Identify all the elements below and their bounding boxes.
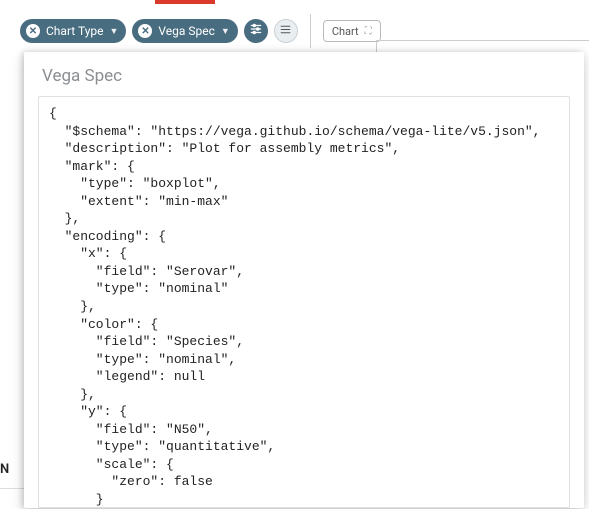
chart-type-dropdown[interactable]: ✕ Chart Type ▼: [20, 19, 126, 43]
chart-tab-label: Chart: [332, 25, 359, 38]
list-button[interactable]: [274, 19, 298, 43]
code-box: { "$schema": "https://vega.github.io/sch…: [38, 96, 570, 508]
close-icon[interactable]: ✕: [26, 24, 40, 38]
vega-spec-dropdown[interactable]: ✕ Vega Spec ▼: [132, 19, 237, 43]
vega-spec-code[interactable]: { "$schema": "https://vega.github.io/sch…: [39, 97, 569, 508]
active-tab-indicator: [155, 0, 215, 4]
panel-title: Vega Spec: [24, 52, 584, 96]
chart-tab[interactable]: Chart ⛶: [323, 20, 381, 42]
sliders-icon: [249, 22, 263, 40]
chart-type-label: Chart Type: [46, 24, 104, 38]
vega-spec-label: Vega Spec: [158, 24, 215, 38]
row-divider: [0, 488, 24, 489]
settings-button[interactable]: [244, 19, 268, 43]
close-icon[interactable]: ✕: [138, 24, 152, 38]
expand-icon: ⛶: [365, 26, 372, 37]
chevron-down-icon: ▼: [110, 26, 119, 37]
column-header-n: N: [0, 462, 16, 477]
toolbar: ✕ Chart Type ▼ ✕ Vega Spec ▼ Chart ⛶: [20, 14, 381, 48]
vega-spec-panel: Vega Spec { "$schema": "https://vega.git…: [24, 52, 584, 508]
menu-icon: [279, 23, 292, 40]
chevron-down-icon: ▼: [221, 26, 230, 37]
divider: [310, 14, 311, 48]
